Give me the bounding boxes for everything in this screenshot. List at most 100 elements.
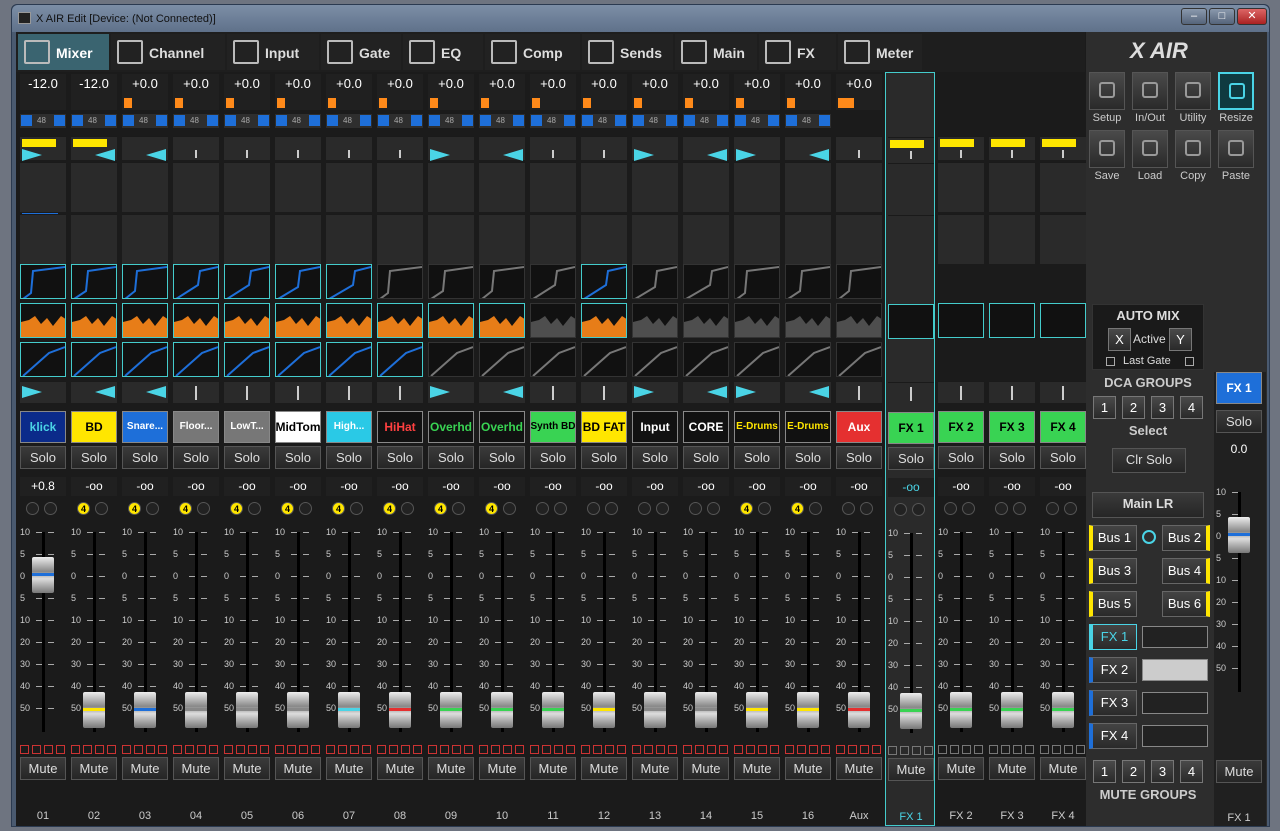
gain-display[interactable]: +0.0 xyxy=(836,74,882,110)
link-row[interactable]: 48 xyxy=(326,114,372,128)
last-gate-checkbox[interactable] xyxy=(1106,357,1115,366)
assign-row[interactable] xyxy=(428,745,474,754)
fader-cap[interactable] xyxy=(950,692,972,728)
phantom-icon[interactable] xyxy=(531,115,542,126)
assign-row[interactable] xyxy=(836,745,882,754)
phantom-icon[interactable] xyxy=(225,115,236,126)
pan-knob[interactable] xyxy=(632,381,678,403)
channel-name[interactable]: Overhd xyxy=(479,411,525,443)
solo-button[interactable]: Solo xyxy=(938,446,984,469)
link-icon[interactable] xyxy=(768,115,779,126)
assign-led[interactable] xyxy=(962,745,971,754)
send-slot[interactable] xyxy=(377,214,423,264)
channel-name[interactable]: E-Drums xyxy=(785,411,831,443)
send-slot[interactable] xyxy=(632,214,678,264)
send-slot[interactable] xyxy=(888,215,934,265)
solo-button[interactable]: Solo xyxy=(479,446,525,469)
fader-cap[interactable] xyxy=(440,692,462,728)
folder-button[interactable] xyxy=(1132,130,1168,168)
assign-led[interactable] xyxy=(758,745,767,754)
eq-graph[interactable] xyxy=(479,303,525,338)
eq-graph[interactable] xyxy=(20,303,66,338)
send-slot[interactable] xyxy=(734,214,780,264)
gate-graph[interactable] xyxy=(71,264,117,299)
fx-preview[interactable] xyxy=(1142,659,1208,681)
solo-button[interactable]: Solo xyxy=(530,446,576,469)
channel-fader[interactable]: 10 5 0 5 10 20 30 40 50 xyxy=(1040,522,1086,744)
assign-led[interactable] xyxy=(71,745,80,754)
assign-led[interactable] xyxy=(821,745,830,754)
comp-graph[interactable] xyxy=(785,342,831,377)
assign-led[interactable] xyxy=(1064,745,1073,754)
mute-group-button-3[interactable]: 3 xyxy=(1151,760,1174,783)
dca-button-4[interactable]: 4 xyxy=(1180,396,1203,419)
assign-led[interactable] xyxy=(275,745,284,754)
assign-row[interactable] xyxy=(734,745,780,754)
send-slot[interactable] xyxy=(530,214,576,264)
comp-graph[interactable] xyxy=(428,342,474,377)
link-icon[interactable] xyxy=(564,115,575,126)
fader-cap[interactable] xyxy=(695,692,717,728)
mute-button[interactable]: Mute xyxy=(224,757,270,780)
phantom-icon[interactable] xyxy=(480,115,491,126)
phantom-icon[interactable] xyxy=(429,115,440,126)
link-row[interactable]: 48 xyxy=(479,114,525,128)
assign-led[interactable] xyxy=(1025,745,1034,754)
phantom-icon[interactable] xyxy=(21,115,32,126)
assign-row[interactable] xyxy=(224,745,270,754)
fader-cap[interactable] xyxy=(1001,692,1023,728)
channel-name[interactable]: Floor... xyxy=(173,411,219,443)
pan-control[interactable] xyxy=(683,136,729,161)
send-slot[interactable] xyxy=(530,162,576,212)
assign-led[interactable] xyxy=(248,745,257,754)
minimize-button[interactable]: – xyxy=(1181,8,1207,25)
assign-led[interactable] xyxy=(530,745,539,754)
comp-graph[interactable] xyxy=(173,342,219,377)
fader-cap[interactable] xyxy=(1052,692,1074,728)
assign-led[interactable] xyxy=(542,745,551,754)
link-row[interactable]: 48 xyxy=(785,114,831,128)
send-slot[interactable] xyxy=(836,214,882,264)
assign-led[interactable] xyxy=(668,745,677,754)
assign-row[interactable] xyxy=(275,745,321,754)
gain-display[interactable]: +0.0 xyxy=(683,74,729,110)
mute-button[interactable]: Mute xyxy=(938,757,984,780)
pan-knob[interactable] xyxy=(71,381,117,403)
link-row[interactable]: 48 xyxy=(428,114,474,128)
gain-display[interactable]: +0.0 xyxy=(479,74,525,110)
solo-button[interactable]: Solo xyxy=(275,446,321,469)
pan-knob[interactable] xyxy=(938,381,984,403)
phantom-icon[interactable] xyxy=(72,115,83,126)
send-slot[interactable] xyxy=(71,214,117,264)
pan-knob[interactable] xyxy=(581,381,627,403)
gain-display[interactable]: +0.0 xyxy=(173,74,219,110)
paste-button[interactable] xyxy=(1218,130,1254,168)
send-slot[interactable] xyxy=(122,214,168,264)
assign-led[interactable] xyxy=(311,745,320,754)
pan-knob[interactable] xyxy=(989,381,1035,403)
gain-display[interactable]: +0.0 xyxy=(785,74,831,110)
assign-led[interactable] xyxy=(32,745,41,754)
pan-knob[interactable] xyxy=(683,381,729,403)
pan-control[interactable] xyxy=(632,136,678,161)
assign-led[interactable] xyxy=(146,745,155,754)
eq-graph[interactable] xyxy=(428,303,474,338)
assign-led[interactable] xyxy=(44,745,53,754)
phantom-icon[interactable] xyxy=(684,115,695,126)
fader-cap[interactable] xyxy=(593,692,615,728)
solo-button[interactable]: Solo xyxy=(785,446,831,469)
assign-row[interactable] xyxy=(173,745,219,754)
assign-led[interactable] xyxy=(888,746,897,755)
channel-name[interactable]: Overhd xyxy=(428,411,474,443)
pan-control[interactable] xyxy=(173,136,219,160)
assign-led[interactable] xyxy=(107,745,116,754)
assign-led[interactable] xyxy=(134,745,143,754)
assign-led[interactable] xyxy=(924,746,933,755)
assign-row[interactable] xyxy=(122,745,168,754)
assign-led[interactable] xyxy=(734,745,743,754)
fx-button-4[interactable]: FX 4 xyxy=(1089,723,1137,749)
title-bar[interactable]: X AIR Edit [Device: (Not Connected)] – □… xyxy=(12,5,1269,32)
bus-button-1[interactable]: Bus 1 xyxy=(1089,525,1137,551)
send-slot[interactable] xyxy=(989,162,1035,212)
channel-fader[interactable]: 10 5 0 5 10 20 30 40 50 xyxy=(683,522,729,744)
